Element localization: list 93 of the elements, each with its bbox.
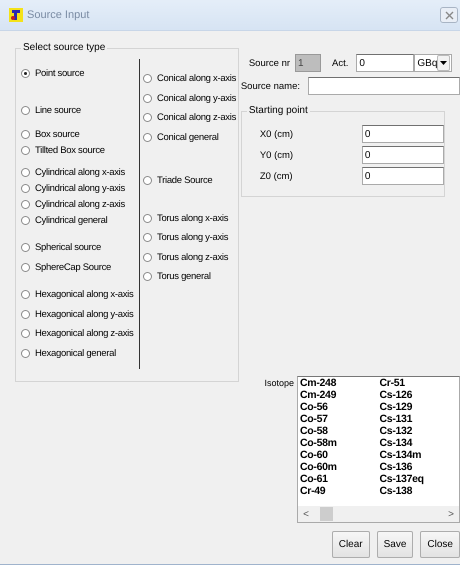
- radio-label[interactable]: Cylindrical along z-axis: [35, 198, 125, 210]
- radio-button[interactable]: [143, 252, 152, 262]
- radio-label[interactable]: Cylindrical along y-axis: [35, 182, 125, 194]
- list-item[interactable]: Cs-129: [380, 401, 459, 413]
- dialog-button[interactable]: Clear: [332, 531, 370, 558]
- list-item[interactable]: Co-60m: [300, 461, 380, 473]
- radio-button[interactable]: [143, 74, 152, 84]
- scroll-thumb[interactable]: [320, 507, 333, 521]
- radio-button[interactable]: [143, 113, 152, 122]
- radio-label[interactable]: Torus along z-axis: [157, 252, 228, 263]
- list-item[interactable]: Cs-126: [380, 389, 459, 401]
- activity-field[interactable]: 0: [356, 54, 414, 72]
- list-item[interactable]: Co-58: [300, 425, 380, 437]
- radio-label[interactable]: Hexagonical along z-axis: [35, 328, 134, 340]
- radio-button[interactable]: [21, 262, 30, 272]
- field-label: X0 (cm): [260, 128, 294, 140]
- field-label: Source name:: [240, 80, 300, 92]
- radio-label[interactable]: SphereCap Source: [35, 262, 112, 272]
- list-item[interactable]: Co-58m: [300, 437, 380, 449]
- radio-label[interactable]: Torus general: [157, 271, 211, 282]
- dialog-button[interactable]: Close: [420, 531, 460, 558]
- radio-button[interactable]: [21, 68, 30, 78]
- list-item[interactable]: Cr-49: [300, 485, 380, 497]
- coordinate-field[interactable]: 0: [362, 125, 444, 143]
- radio-label[interactable]: Torus along y-axis: [157, 232, 228, 244]
- radio-label[interactable]: Line source: [35, 104, 81, 116]
- list-item[interactable]: Cs-131: [380, 413, 459, 425]
- source-name-field[interactable]: [308, 77, 460, 95]
- radio-label[interactable]: Torus along x-axis: [157, 212, 228, 224]
- group-label: Select source type: [21, 42, 108, 53]
- list-item[interactable]: Co-56: [300, 401, 380, 413]
- list-item[interactable]: Cs-136: [380, 461, 459, 473]
- list-item[interactable]: Cr-51: [380, 377, 459, 389]
- radio-button[interactable]: [21, 329, 30, 338]
- radio-button[interactable]: [143, 233, 152, 242]
- radio-label[interactable]: Hexagonical along x-axis: [35, 289, 134, 300]
- coordinate-field[interactable]: 0: [362, 167, 444, 185]
- radio-button[interactable]: [21, 106, 30, 114]
- list-item[interactable]: Co-60: [300, 449, 380, 461]
- group-label: Starting point: [246, 105, 310, 116]
- window-title: Source Input: [27, 9, 90, 21]
- dialog-button[interactable]: Save: [376, 531, 414, 558]
- isotope-list[interactable]: Cm-248 Cm-249 Co-56 Co-57 Co-58 Co-58m Co-60 Co-60m Co-61 Cr-49 Cr-51 Cs-126 Cs-129 Cs-131 Cs-132 Cs-134 Cs-134m Cs-136 Cs-137eq Cs-138 < >: [297, 376, 460, 523]
- radio-button[interactable]: [21, 146, 30, 154]
- horizontal-scrollbar[interactable]: < >: [298, 506, 459, 522]
- radio-label[interactable]: Point source: [35, 68, 84, 78]
- radio-label[interactable]: Hexagonical along y-axis: [35, 308, 134, 320]
- radio-button[interactable]: [21, 242, 30, 252]
- radio-button[interactable]: [21, 348, 30, 358]
- radio-button[interactable]: [21, 184, 30, 192]
- radio-label[interactable]: Conical along x-axis: [157, 73, 236, 84]
- app-icon: [9, 8, 23, 22]
- radio-button[interactable]: [143, 272, 152, 282]
- list-item[interactable]: Cm-248: [300, 377, 380, 389]
- radio-label[interactable]: Spherical source: [35, 242, 101, 252]
- radio-button[interactable]: [21, 290, 30, 300]
- field-label: Isotope: [264, 378, 294, 390]
- radio-button[interactable]: [21, 310, 30, 319]
- radio-button[interactable]: [21, 130, 30, 138]
- field-label: Act.: [332, 58, 348, 68]
- radio-label[interactable]: Conical general: [157, 132, 219, 143]
- radio-label[interactable]: Triade Source: [157, 175, 212, 186]
- list-item[interactable]: Cs-134m: [380, 449, 459, 461]
- list-item[interactable]: Cs-138: [380, 485, 459, 497]
- field-label: Y0 (cm): [260, 150, 294, 160]
- radio-label[interactable]: Tillted Box source: [35, 144, 105, 156]
- list-item[interactable]: Cm-249: [300, 389, 380, 401]
- list-item[interactable]: Cs-132: [380, 425, 459, 437]
- unit-dropdown[interactable]: GBq: [414, 54, 452, 72]
- field-label: Source nr: [248, 58, 290, 68]
- radio-label[interactable]: Conical along y-axis: [157, 92, 236, 104]
- radio-button[interactable]: [143, 214, 152, 223]
- scroll-left-button[interactable]: <: [298, 508, 314, 520]
- radio-button[interactable]: [143, 94, 152, 103]
- radio-button[interactable]: [21, 168, 30, 176]
- list-item[interactable]: Co-57: [300, 413, 380, 425]
- radio-button[interactable]: [21, 216, 30, 224]
- field-label: Z0 (cm): [260, 170, 293, 182]
- scroll-right-button[interactable]: >: [443, 508, 459, 520]
- list-item[interactable]: Cs-134: [380, 437, 459, 449]
- radio-button[interactable]: [143, 176, 152, 186]
- radio-label[interactable]: Cylindrical along x-axis: [35, 166, 125, 178]
- list-item[interactable]: Co-61: [300, 473, 380, 485]
- radio-label[interactable]: Box source: [35, 128, 80, 140]
- radio-label[interactable]: Hexagonical general: [35, 348, 116, 359]
- close-icon[interactable]: [444, 10, 454, 20]
- radio-label[interactable]: Cylindrical general: [35, 214, 108, 226]
- radio-button[interactable]: [143, 132, 152, 142]
- radio-label[interactable]: Conical along z-axis: [157, 112, 236, 124]
- close-button[interactable]: [440, 7, 458, 23]
- radio-button[interactable]: [21, 200, 30, 208]
- coordinate-field[interactable]: 0: [362, 146, 444, 164]
- list-item[interactable]: Cs-137eq: [380, 473, 459, 485]
